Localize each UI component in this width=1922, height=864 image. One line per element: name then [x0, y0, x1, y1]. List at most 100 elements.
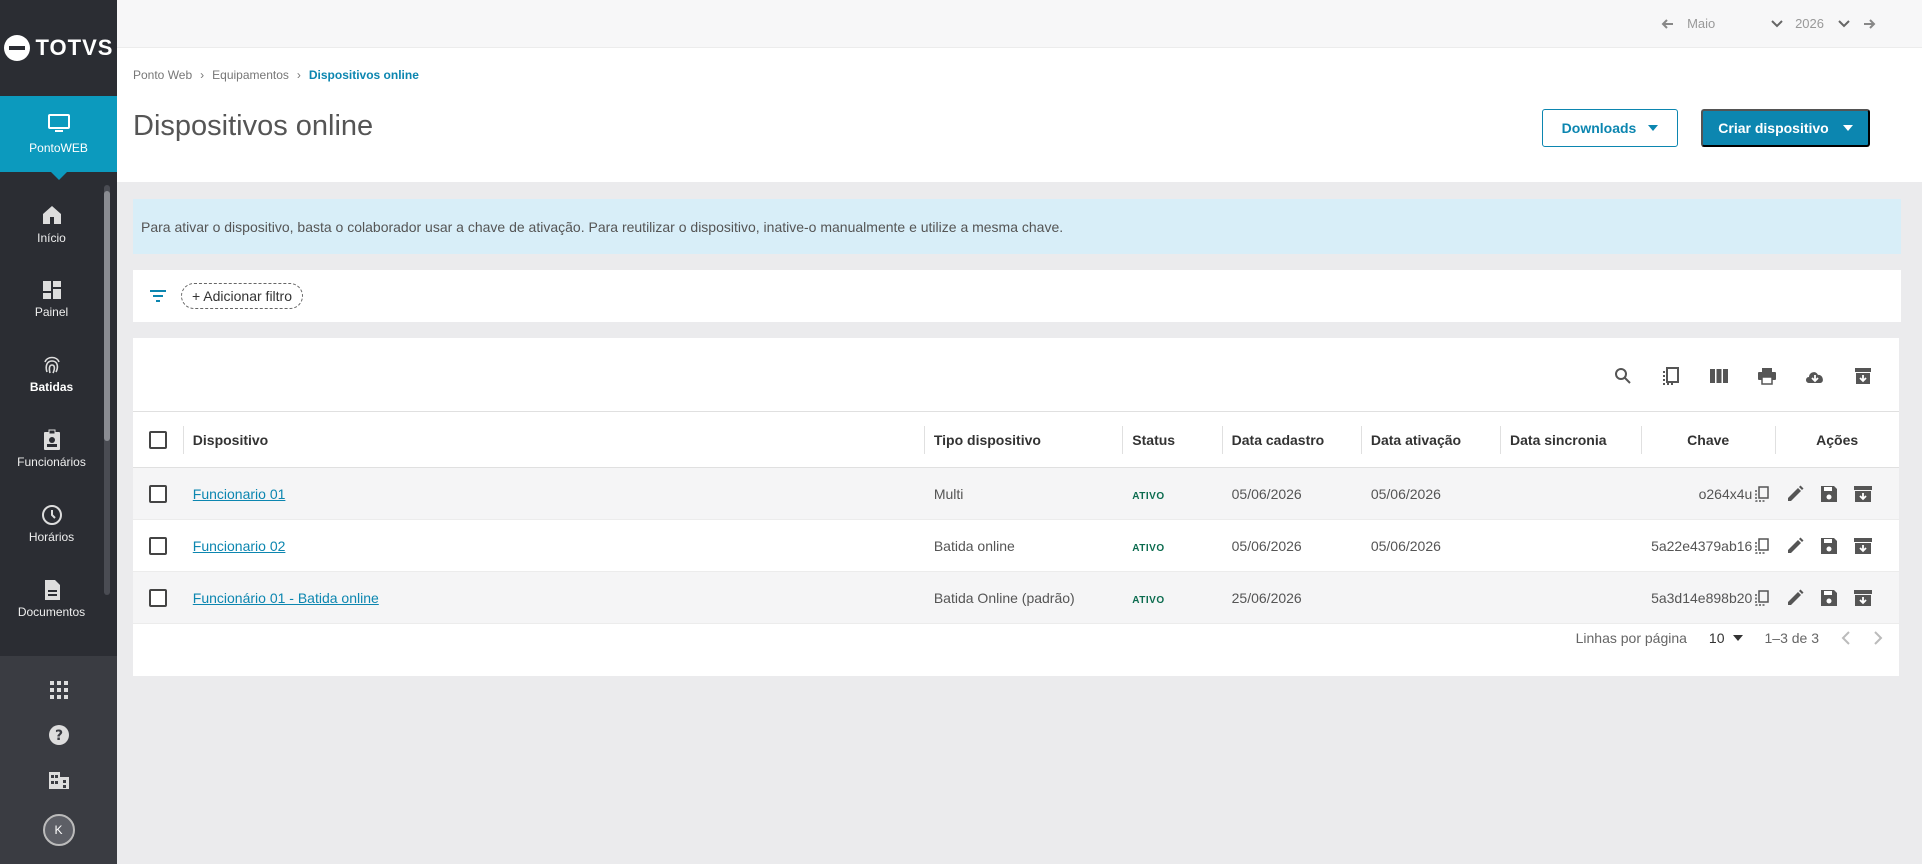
- apps-grid-icon[interactable]: [49, 680, 69, 700]
- select-all-header: [133, 411, 183, 468]
- rows-per-page-value: 10: [1708, 630, 1725, 646]
- activation-key: 5a22e4379ab16: [1651, 537, 1753, 554]
- header-data-ativacao[interactable]: Data ativação: [1360, 411, 1501, 468]
- sidebar-item-label: Documentos: [17, 604, 86, 619]
- archive-row-icon[interactable]: [1853, 588, 1873, 608]
- cell-data-cadastro: 25/06/2026: [1221, 571, 1361, 624]
- sidebar-item-documentos[interactable]: Documentos: [0, 561, 117, 636]
- cell-dispositivo: Funcionario 02: [182, 519, 924, 572]
- help-icon[interactable]: ?: [48, 724, 70, 746]
- table-row: Funcionário 01 - Batida online Batida On…: [133, 571, 1899, 624]
- header-data-cadastro[interactable]: Data cadastro: [1221, 411, 1361, 468]
- header-chave[interactable]: Chave: [1641, 411, 1776, 468]
- search-icon[interactable]: [1611, 364, 1635, 388]
- header-dispositivo[interactable]: Dispositivo: [182, 411, 924, 468]
- caret-down-icon: [1648, 125, 1659, 131]
- row-select-cell: [133, 519, 183, 572]
- chevron-left-icon[interactable]: [1841, 631, 1851, 645]
- downloads-button[interactable]: Downloads: [1542, 109, 1678, 147]
- cloud-download-icon[interactable]: [1803, 364, 1827, 388]
- header-data-sincronia[interactable]: Data sincronia: [1500, 411, 1642, 468]
- sidebar-item-inicio[interactable]: Início: [0, 186, 117, 261]
- user-avatar[interactable]: K: [42, 814, 75, 846]
- device-link[interactable]: Funcionário 01 - Batida online: [193, 590, 379, 606]
- devices-table: Dispositivo Tipo dispositivo Status Data…: [133, 411, 1899, 624]
- year-select[interactable]: 2026: [1795, 16, 1850, 31]
- edit-icon[interactable]: [1785, 536, 1805, 556]
- breadcrumb: Ponto Web › Equipamentos › Dispositivos …: [133, 68, 419, 82]
- device-link[interactable]: Funcionario 02: [193, 538, 286, 554]
- chevron-down-icon: [1771, 19, 1783, 27]
- archive-row-icon[interactable]: [1853, 484, 1873, 504]
- archive-row-icon[interactable]: [1853, 536, 1873, 556]
- copy-key-icon[interactable]: [1755, 589, 1770, 606]
- create-device-button[interactable]: Criar dispositivo: [1701, 109, 1870, 147]
- sidebar-scrollbar[interactable]: [104, 185, 110, 595]
- copy-icon[interactable]: [1659, 364, 1683, 388]
- archive-icon[interactable]: [1851, 364, 1875, 388]
- sidebar-item-funcionarios[interactable]: Funcionários: [0, 411, 117, 486]
- devices-table-card: Dispositivo Tipo dispositivo Status Data…: [133, 338, 1899, 676]
- filter-icon[interactable]: [149, 289, 167, 303]
- fingerprint-icon: [43, 356, 60, 373]
- info-text: Para ativar o dispositivo, basta o colab…: [141, 218, 1064, 235]
- save-icon[interactable]: [1819, 536, 1839, 556]
- module-pontoweb[interactable]: PontoWEB: [0, 96, 117, 180]
- cell-acoes: [1775, 519, 1899, 572]
- copy-key-icon[interactable]: [1755, 485, 1770, 502]
- save-icon[interactable]: [1819, 484, 1839, 504]
- sidebar-item-label: Batidas: [29, 379, 74, 394]
- chevron-right-icon[interactable]: [1873, 631, 1883, 645]
- device-link[interactable]: Funcionario 01: [193, 486, 286, 502]
- period-selector-bar: Maio 2026: [117, 0, 1922, 48]
- cell-dispositivo: Funcionario 01: [182, 467, 924, 520]
- next-period-arrow-icon[interactable]: [1862, 17, 1876, 31]
- scrollbar-thumb[interactable]: [104, 191, 110, 441]
- logo-mark-icon: [3, 35, 30, 61]
- sidebar-item-horarios[interactable]: Horários: [0, 486, 117, 561]
- breadcrumb-item-equipamentos[interactable]: Equipamentos: [212, 68, 289, 82]
- columns-icon[interactable]: [1707, 364, 1731, 388]
- cell-data-sincronia: [1500, 571, 1642, 624]
- page-range: 1–3 de 3: [1764, 630, 1820, 646]
- cell-chave: 5a22e4379ab16: [1641, 519, 1776, 572]
- select-all-checkbox[interactable]: [149, 430, 167, 449]
- cell-data-sincronia: [1500, 519, 1642, 572]
- cell-status: ATIVO: [1122, 571, 1222, 624]
- edit-icon[interactable]: [1785, 484, 1805, 504]
- month-select[interactable]: Maio: [1687, 16, 1783, 31]
- add-filter-button[interactable]: + Adicionar filtro: [181, 283, 303, 309]
- breadcrumb-item-current: Dispositivos online: [308, 68, 419, 82]
- print-icon[interactable]: [1755, 364, 1779, 388]
- copy-key-icon[interactable]: [1755, 537, 1770, 554]
- rows-per-page-select[interactable]: 10: [1709, 630, 1743, 646]
- caret-down-icon: [1842, 125, 1853, 131]
- company-building-icon[interactable]: [48, 770, 70, 790]
- breadcrumb-item-ponto-web[interactable]: Ponto Web: [133, 68, 192, 82]
- activation-key: o264x4u: [1698, 485, 1753, 502]
- breadcrumb-separator: ›: [296, 68, 301, 82]
- header-tipo-dispositivo[interactable]: Tipo dispositivo: [923, 411, 1123, 468]
- edit-icon[interactable]: [1785, 588, 1805, 608]
- sidebar-item-batidas[interactable]: Batidas: [0, 336, 117, 411]
- table-row: Funcionario 01 Multi ATIVO 05/06/2026 05…: [133, 467, 1899, 520]
- header-status[interactable]: Status: [1122, 411, 1222, 468]
- sidebar-bottom-tools: ? K: [0, 656, 117, 864]
- totvs-logo[interactable]: TOTVS: [0, 0, 117, 96]
- sidebar: TOTVS PontoWEB Início Painel Batidas Fun…: [0, 0, 117, 864]
- save-icon[interactable]: [1819, 588, 1839, 608]
- sidebar-item-painel[interactable]: Painel: [0, 261, 117, 336]
- cell-status: ATIVO: [1122, 467, 1222, 520]
- create-device-label: Criar dispositivo: [1718, 120, 1829, 136]
- table-toolbar: [1611, 364, 1875, 388]
- previous-period-arrow-icon[interactable]: [1661, 17, 1675, 31]
- row-checkbox[interactable]: [149, 536, 167, 555]
- row-checkbox[interactable]: [149, 484, 167, 503]
- cell-status: ATIVO: [1122, 519, 1222, 572]
- cell-tipo: Batida online: [923, 519, 1123, 572]
- sidebar-item-label: Início: [37, 230, 66, 245]
- cell-acoes: [1775, 571, 1899, 624]
- cell-tipo: Batida Online (padrão): [923, 571, 1123, 624]
- row-checkbox[interactable]: [149, 588, 167, 607]
- activation-key: 5a3d14e898b20: [1651, 589, 1753, 606]
